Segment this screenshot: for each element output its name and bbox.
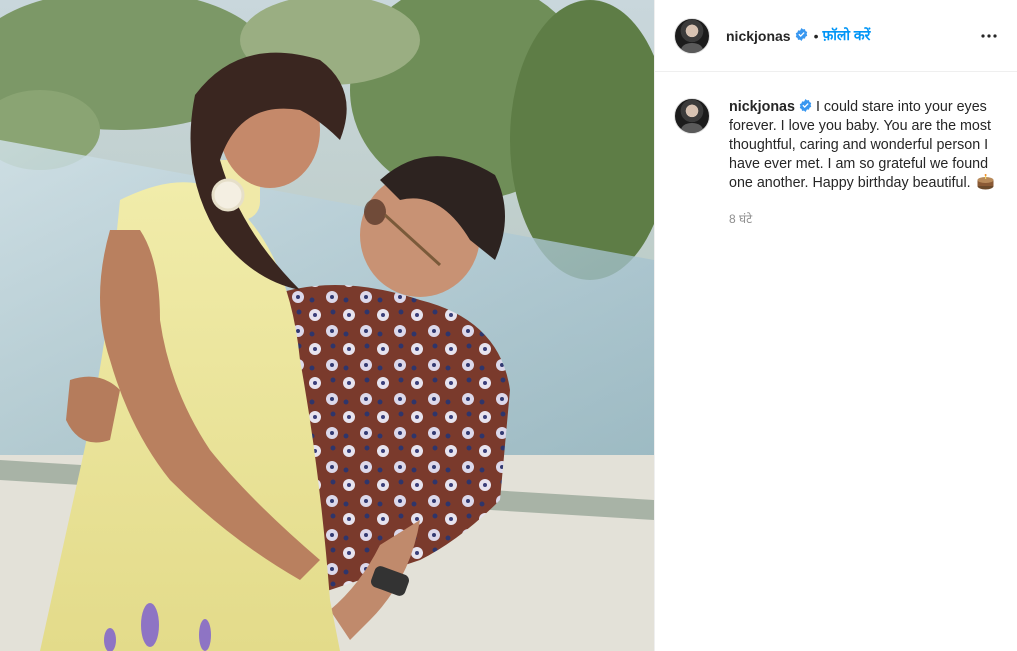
caption-username[interactable]: nickjonas bbox=[729, 99, 795, 115]
verified-badge-icon bbox=[795, 99, 812, 115]
author-avatar[interactable] bbox=[674, 17, 710, 54]
caption-body: nickjonas I could stare into your eyes f… bbox=[729, 98, 997, 229]
post-timestamp[interactable]: 8 घंटे bbox=[729, 210, 997, 229]
caption-avatar[interactable] bbox=[674, 98, 710, 134]
more-options-icon[interactable] bbox=[977, 24, 1001, 48]
birthday-cake-icon bbox=[977, 174, 994, 196]
instagram-post: nickjonas • फ़ॉलो करें nickjonas I could… bbox=[0, 0, 1017, 651]
post-photo[interactable] bbox=[0, 0, 654, 651]
post-header: nickjonas • फ़ॉलो करें bbox=[655, 0, 1017, 72]
follow-button[interactable]: फ़ॉलो करें bbox=[823, 26, 871, 45]
header-separator: • bbox=[813, 27, 819, 44]
verified-badge-icon bbox=[791, 27, 808, 45]
caption-comment: nickjonas I could stare into your eyes f… bbox=[655, 72, 1017, 229]
post-sidebar: nickjonas • फ़ॉलो करें nickjonas I could… bbox=[654, 0, 1017, 651]
author-username[interactable]: nickjonas bbox=[726, 28, 791, 44]
photo-illustration bbox=[0, 0, 654, 651]
